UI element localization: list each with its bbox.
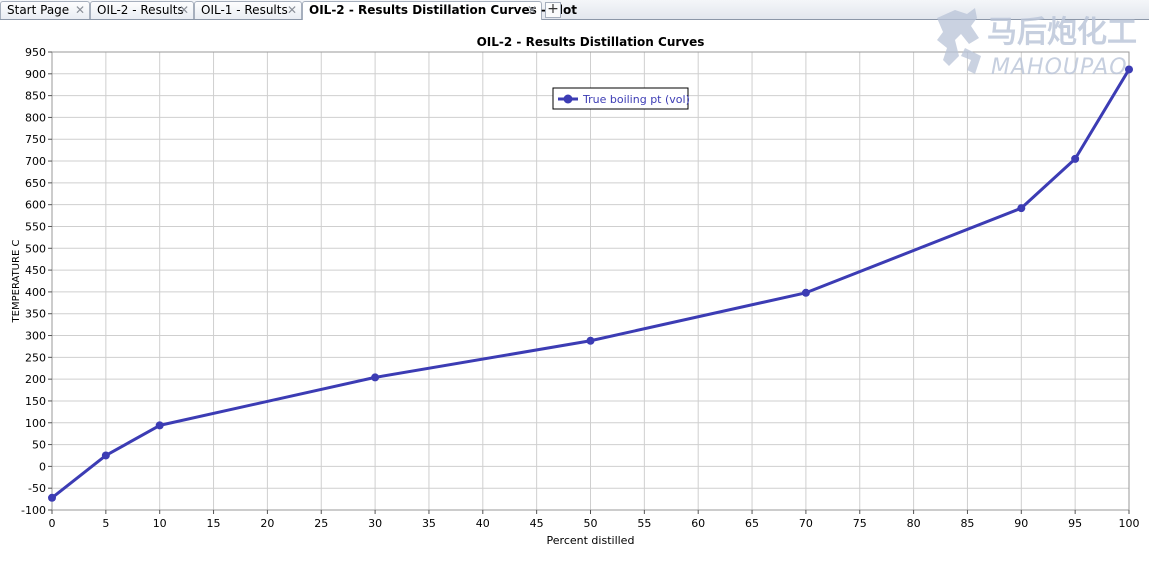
- y-tick-label: 50: [32, 439, 46, 452]
- y-axis: -100 -50 0 50 100 150 200 250 300 350 400 450 500 550…: [21, 46, 52, 517]
- data-point: [1125, 65, 1133, 74]
- y-tick-label: 300: [25, 330, 46, 343]
- y-tick-label: 400: [25, 286, 46, 299]
- x-tick-label: 50: [584, 517, 598, 530]
- x-axis: 0 5 10 15 20 25 30 35 40 45 50 55 60 65 70 75 80 85 90 95 10…: [49, 510, 1140, 530]
- tab-label: OIL-2 - Results: [97, 3, 184, 17]
- close-icon[interactable]: ✕: [75, 2, 85, 18]
- y-tick-label: 850: [25, 90, 46, 103]
- x-tick-label: 35: [422, 517, 436, 530]
- close-icon[interactable]: ✕: [527, 2, 537, 18]
- x-tick-label: 15: [207, 517, 221, 530]
- x-tick-label: 5: [102, 517, 109, 530]
- x-tick-label: 55: [637, 517, 651, 530]
- x-tick-label: 10: [153, 517, 167, 530]
- y-tick-label: 350: [25, 308, 46, 321]
- data-point: [801, 288, 810, 297]
- distillation-chart: 0 5 10 15 20 25 30 35 40 45 50 55 60 65 70 75 80 85 90 95 10…: [11, 35, 1140, 547]
- y-tick-label: 150: [25, 395, 46, 408]
- grid-lines: [51, 51, 1130, 511]
- close-icon[interactable]: ✕: [287, 2, 297, 18]
- y-tick-label: 650: [25, 177, 46, 190]
- x-tick-label: 0: [49, 517, 56, 530]
- y-tick-label: 250: [25, 351, 46, 364]
- y-tick-label: 0: [39, 460, 46, 473]
- close-icon[interactable]: ✕: [179, 2, 189, 18]
- y-tick-label: 450: [25, 264, 46, 277]
- y-tick-label: 900: [25, 68, 46, 81]
- chart-title: OIL-2 - Results Distillation Curves: [477, 35, 705, 49]
- y-tick-label: 700: [25, 155, 46, 168]
- y-tick-label: 750: [25, 133, 46, 146]
- data-point: [1017, 204, 1026, 213]
- x-tick-label: 75: [853, 517, 867, 530]
- x-tick-label: 20: [260, 517, 274, 530]
- y-tick-label: 100: [25, 417, 46, 430]
- x-tick-label: 40: [476, 517, 490, 530]
- y-tick-label: 600: [25, 199, 46, 212]
- x-tick-label: 25: [314, 517, 328, 530]
- x-tick-label: 95: [1068, 517, 1082, 530]
- y-tick-label: 800: [25, 111, 46, 124]
- data-point: [1071, 154, 1080, 163]
- y-tick-label: 500: [25, 242, 46, 255]
- tab-bar: Start Page ✕ OIL-2 - Results ✕ OIL-1 - R…: [0, 0, 1149, 20]
- data-point: [155, 421, 164, 430]
- y-tick-label: 550: [25, 220, 46, 233]
- y-tick-label: -100: [21, 504, 46, 517]
- legend-marker: [563, 94, 573, 104]
- x-tick-label: 70: [799, 517, 813, 530]
- y-tick-label: -50: [28, 482, 46, 495]
- tab-oil-1-results[interactable]: OIL-1 - Results ✕: [194, 1, 302, 19]
- data-point: [48, 493, 56, 502]
- y-tick-label: 200: [25, 373, 46, 386]
- x-tick-label: 60: [691, 517, 705, 530]
- x-tick-label: 100: [1119, 517, 1140, 530]
- tab-label: OIL-1 - Results: [201, 3, 288, 17]
- legend-label: True boiling pt (vol): [582, 93, 690, 106]
- data-point: [371, 373, 380, 382]
- add-tab-button[interactable]: +: [545, 2, 561, 18]
- chart-panel: 0 5 10 15 20 25 30 35 40 45 50 55 60 65 70 75 80 85 90 95 10…: [0, 21, 1149, 557]
- tab-distillation-curves-plot[interactable]: OIL-2 - Results Distillation Curves - Pl…: [302, 1, 577, 20]
- tab-oil-2-results[interactable]: OIL-2 - Results ✕: [90, 1, 194, 19]
- x-tick-label: 90: [1014, 517, 1028, 530]
- tab-label: Start Page: [7, 3, 70, 17]
- x-tick-label: 85: [960, 517, 974, 530]
- tab-start-page[interactable]: Start Page ✕: [0, 1, 90, 19]
- x-tick-label: 65: [745, 517, 759, 530]
- y-tick-label: 950: [25, 46, 46, 59]
- data-point: [101, 451, 110, 460]
- legend: True boiling pt (vol): [552, 87, 690, 110]
- y-axis-label: TEMPERATURE C: [11, 240, 22, 324]
- x-tick-label: 45: [530, 517, 544, 530]
- x-axis-label: Percent distilled: [547, 534, 635, 547]
- x-tick-label: 80: [907, 517, 921, 530]
- data-point: [586, 336, 595, 345]
- x-tick-label: 30: [368, 517, 382, 530]
